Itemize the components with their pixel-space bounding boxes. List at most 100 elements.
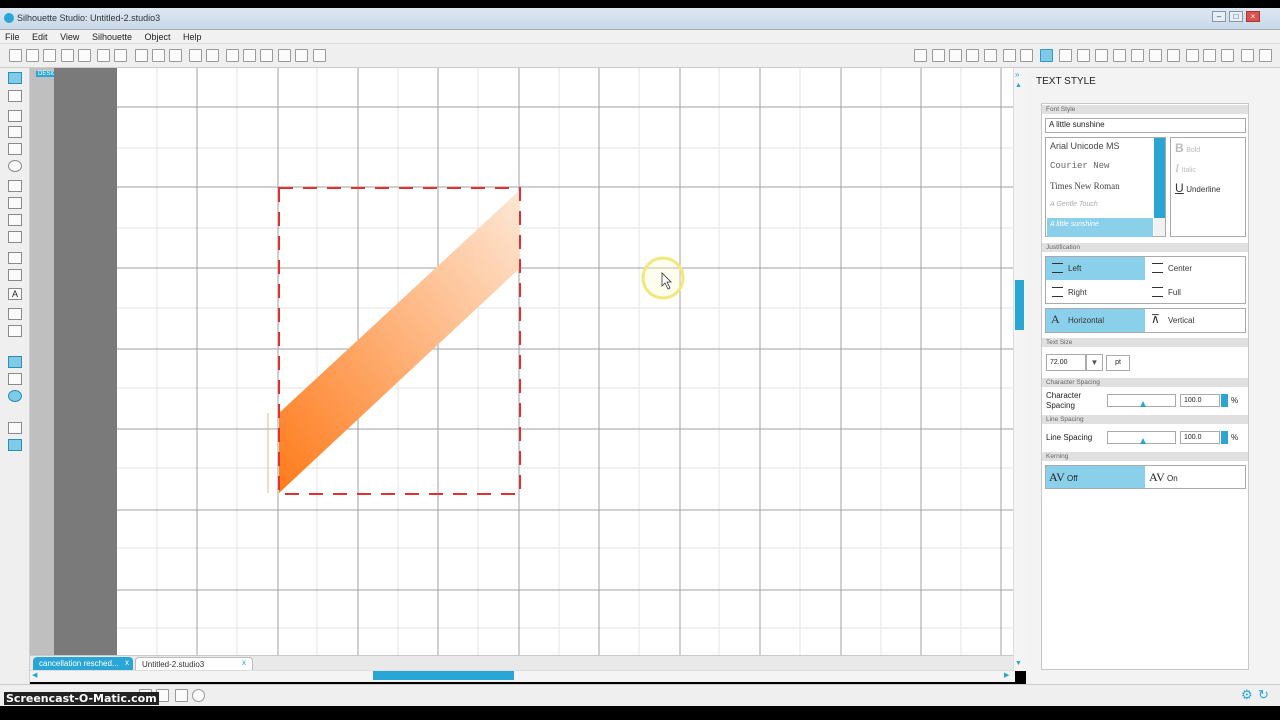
- settings-gear-icon[interactable]: ⚙: [1241, 687, 1253, 703]
- slider-handle[interactable]: [1140, 401, 1146, 407]
- horizontal-scrollbar[interactable]: [30, 670, 1015, 682]
- arc-tool-icon[interactable]: [8, 252, 22, 264]
- library-icon[interactable]: [43, 49, 56, 62]
- send-to-cutter-icon[interactable]: [114, 49, 127, 62]
- font-list-scroll-thumb[interactable]: [1154, 138, 1165, 218]
- online-store-icon[interactable]: [8, 390, 22, 402]
- font-item-times[interactable]: Times New Roman: [1047, 178, 1153, 197]
- justify-right-button[interactable]: Right: [1046, 281, 1145, 304]
- text-size-input[interactable]: 72.00: [1046, 354, 1086, 371]
- fill-color-icon[interactable]: [914, 49, 927, 62]
- regular-polygon-icon[interactable]: [8, 269, 22, 281]
- slider-handle[interactable]: [1140, 438, 1146, 444]
- drag-zoom-icon[interactable]: [295, 49, 308, 62]
- store-icon[interactable]: [1241, 49, 1254, 62]
- line-style-icon[interactable]: [984, 49, 997, 62]
- make-compound-icon[interactable]: [175, 689, 188, 702]
- tab-close-icon[interactable]: x: [242, 658, 246, 667]
- justify-left-button[interactable]: Left: [1046, 257, 1145, 280]
- char-spacing-input[interactable]: 100.0: [1180, 394, 1220, 407]
- image-view-icon[interactable]: [8, 373, 22, 385]
- cut-settings-icon[interactable]: [1186, 49, 1199, 62]
- zoom-out-icon[interactable]: [260, 49, 273, 62]
- copy-icon[interactable]: [135, 49, 148, 62]
- collapse-panel-icon[interactable]: »: [1015, 70, 1019, 79]
- menu-object[interactable]: Object: [139, 30, 175, 42]
- align-icon[interactable]: [1003, 49, 1016, 62]
- page-setup-icon[interactable]: [1167, 49, 1180, 62]
- text-size-dropdown-icon[interactable]: ▼: [1086, 354, 1103, 371]
- cut-icon[interactable]: [169, 49, 182, 62]
- transform-icon[interactable]: [1059, 49, 1072, 62]
- line-spacing-slider[interactable]: [1107, 431, 1176, 444]
- design-view-icon[interactable]: [8, 356, 22, 368]
- offset-icon[interactable]: [1131, 49, 1144, 62]
- kerning-off-button[interactable]: AV Off: [1046, 466, 1145, 488]
- ellipse-tool-icon[interactable]: [8, 160, 22, 172]
- open-file-icon[interactable]: [26, 49, 39, 62]
- line-spacing-input[interactable]: 100.0: [1180, 431, 1220, 444]
- refresh-icon[interactable]: ↻: [1258, 687, 1269, 703]
- underline-button[interactable]: U Underline: [1175, 181, 1220, 195]
- text-tool-icon[interactable]: A: [8, 288, 22, 300]
- char-spacing-slider[interactable]: [1107, 394, 1176, 407]
- knife-tool-icon[interactable]: [8, 325, 22, 337]
- curve-tool-icon[interactable]: [8, 197, 22, 209]
- redo-icon[interactable]: [206, 49, 219, 62]
- undo-icon[interactable]: [189, 49, 202, 62]
- save-as-icon[interactable]: [78, 49, 91, 62]
- rotate-icon[interactable]: [1077, 49, 1090, 62]
- tab-untitled-2[interactable]: Untitled-2.studio3 x: [135, 657, 253, 671]
- scroll-up-icon[interactable]: ▲: [1015, 82, 1022, 89]
- menu-help[interactable]: Help: [178, 30, 207, 42]
- polygon-tool-icon[interactable]: [8, 180, 22, 192]
- kerning-on-button[interactable]: AV On: [1146, 466, 1245, 488]
- font-item-sunshine[interactable]: A little sunshine: [1047, 218, 1153, 237]
- minimize-button[interactable]: –: [1212, 11, 1226, 22]
- bold-button[interactable]: B Bold: [1175, 141, 1200, 155]
- scroll-right-icon[interactable]: ▶: [1004, 671, 1009, 679]
- scroll-down-icon[interactable]: ▼: [1015, 660, 1022, 667]
- eraser-tool-icon[interactable]: [8, 308, 22, 320]
- close-button[interactable]: ×: [1246, 11, 1260, 22]
- save-icon[interactable]: [61, 49, 74, 62]
- paste-icon[interactable]: [152, 49, 165, 62]
- vertical-scroll-thumb[interactable]: [1015, 280, 1024, 330]
- trace-icon[interactable]: [1149, 49, 1162, 62]
- pan-icon[interactable]: [226, 49, 239, 62]
- tab-cancellation[interactable]: cancellation resched... x: [33, 657, 133, 671]
- rounded-rect-tool-icon[interactable]: [8, 143, 22, 155]
- menu-silhouette[interactable]: Silhouette: [87, 30, 137, 42]
- fit-to-page-icon[interactable]: [313, 49, 326, 62]
- modify-icon[interactable]: [1113, 49, 1126, 62]
- line-color-icon[interactable]: [966, 49, 979, 62]
- smooth-freehand-icon[interactable]: [8, 231, 22, 243]
- new-file-icon[interactable]: [9, 49, 22, 62]
- menu-file[interactable]: File: [0, 30, 25, 42]
- justify-center-button[interactable]: Center: [1146, 257, 1245, 280]
- fill-pattern-icon[interactable]: [949, 49, 962, 62]
- justify-full-button[interactable]: Full: [1146, 281, 1245, 304]
- design-canvas[interactable]: [117, 68, 1013, 655]
- library-panel-icon[interactable]: [8, 439, 22, 451]
- rectangle-tool-icon[interactable]: [8, 126, 22, 138]
- zoom-select-icon[interactable]: [278, 49, 291, 62]
- freehand-tool-icon[interactable]: [8, 214, 22, 226]
- font-item-gentle[interactable]: A Gentle Touch: [1047, 198, 1153, 217]
- vertical-button[interactable]: ⊼ Vertical: [1146, 309, 1245, 332]
- font-item-courier[interactable]: Courier New: [1047, 158, 1153, 177]
- library-view-icon[interactable]: [1259, 49, 1272, 62]
- text-style-icon[interactable]: [1040, 49, 1053, 62]
- horizontal-button[interactable]: A Horizontal: [1046, 309, 1145, 332]
- italic-button[interactable]: I Italic: [1175, 161, 1196, 176]
- font-item-arial[interactable]: Arial Unicode MS: [1047, 138, 1153, 157]
- release-compound-icon[interactable]: [192, 689, 205, 702]
- maximize-button[interactable]: □: [1229, 11, 1243, 22]
- menu-edit[interactable]: Edit: [27, 30, 53, 42]
- char-spacing-spinner[interactable]: [1221, 394, 1228, 407]
- edit-points-icon[interactable]: [8, 90, 22, 102]
- line-spacing-spinner[interactable]: [1221, 431, 1228, 444]
- text-size-unit[interactable]: pt: [1106, 355, 1130, 371]
- page-view-icon[interactable]: [8, 422, 22, 434]
- horizontal-scroll-thumb[interactable]: [373, 671, 514, 680]
